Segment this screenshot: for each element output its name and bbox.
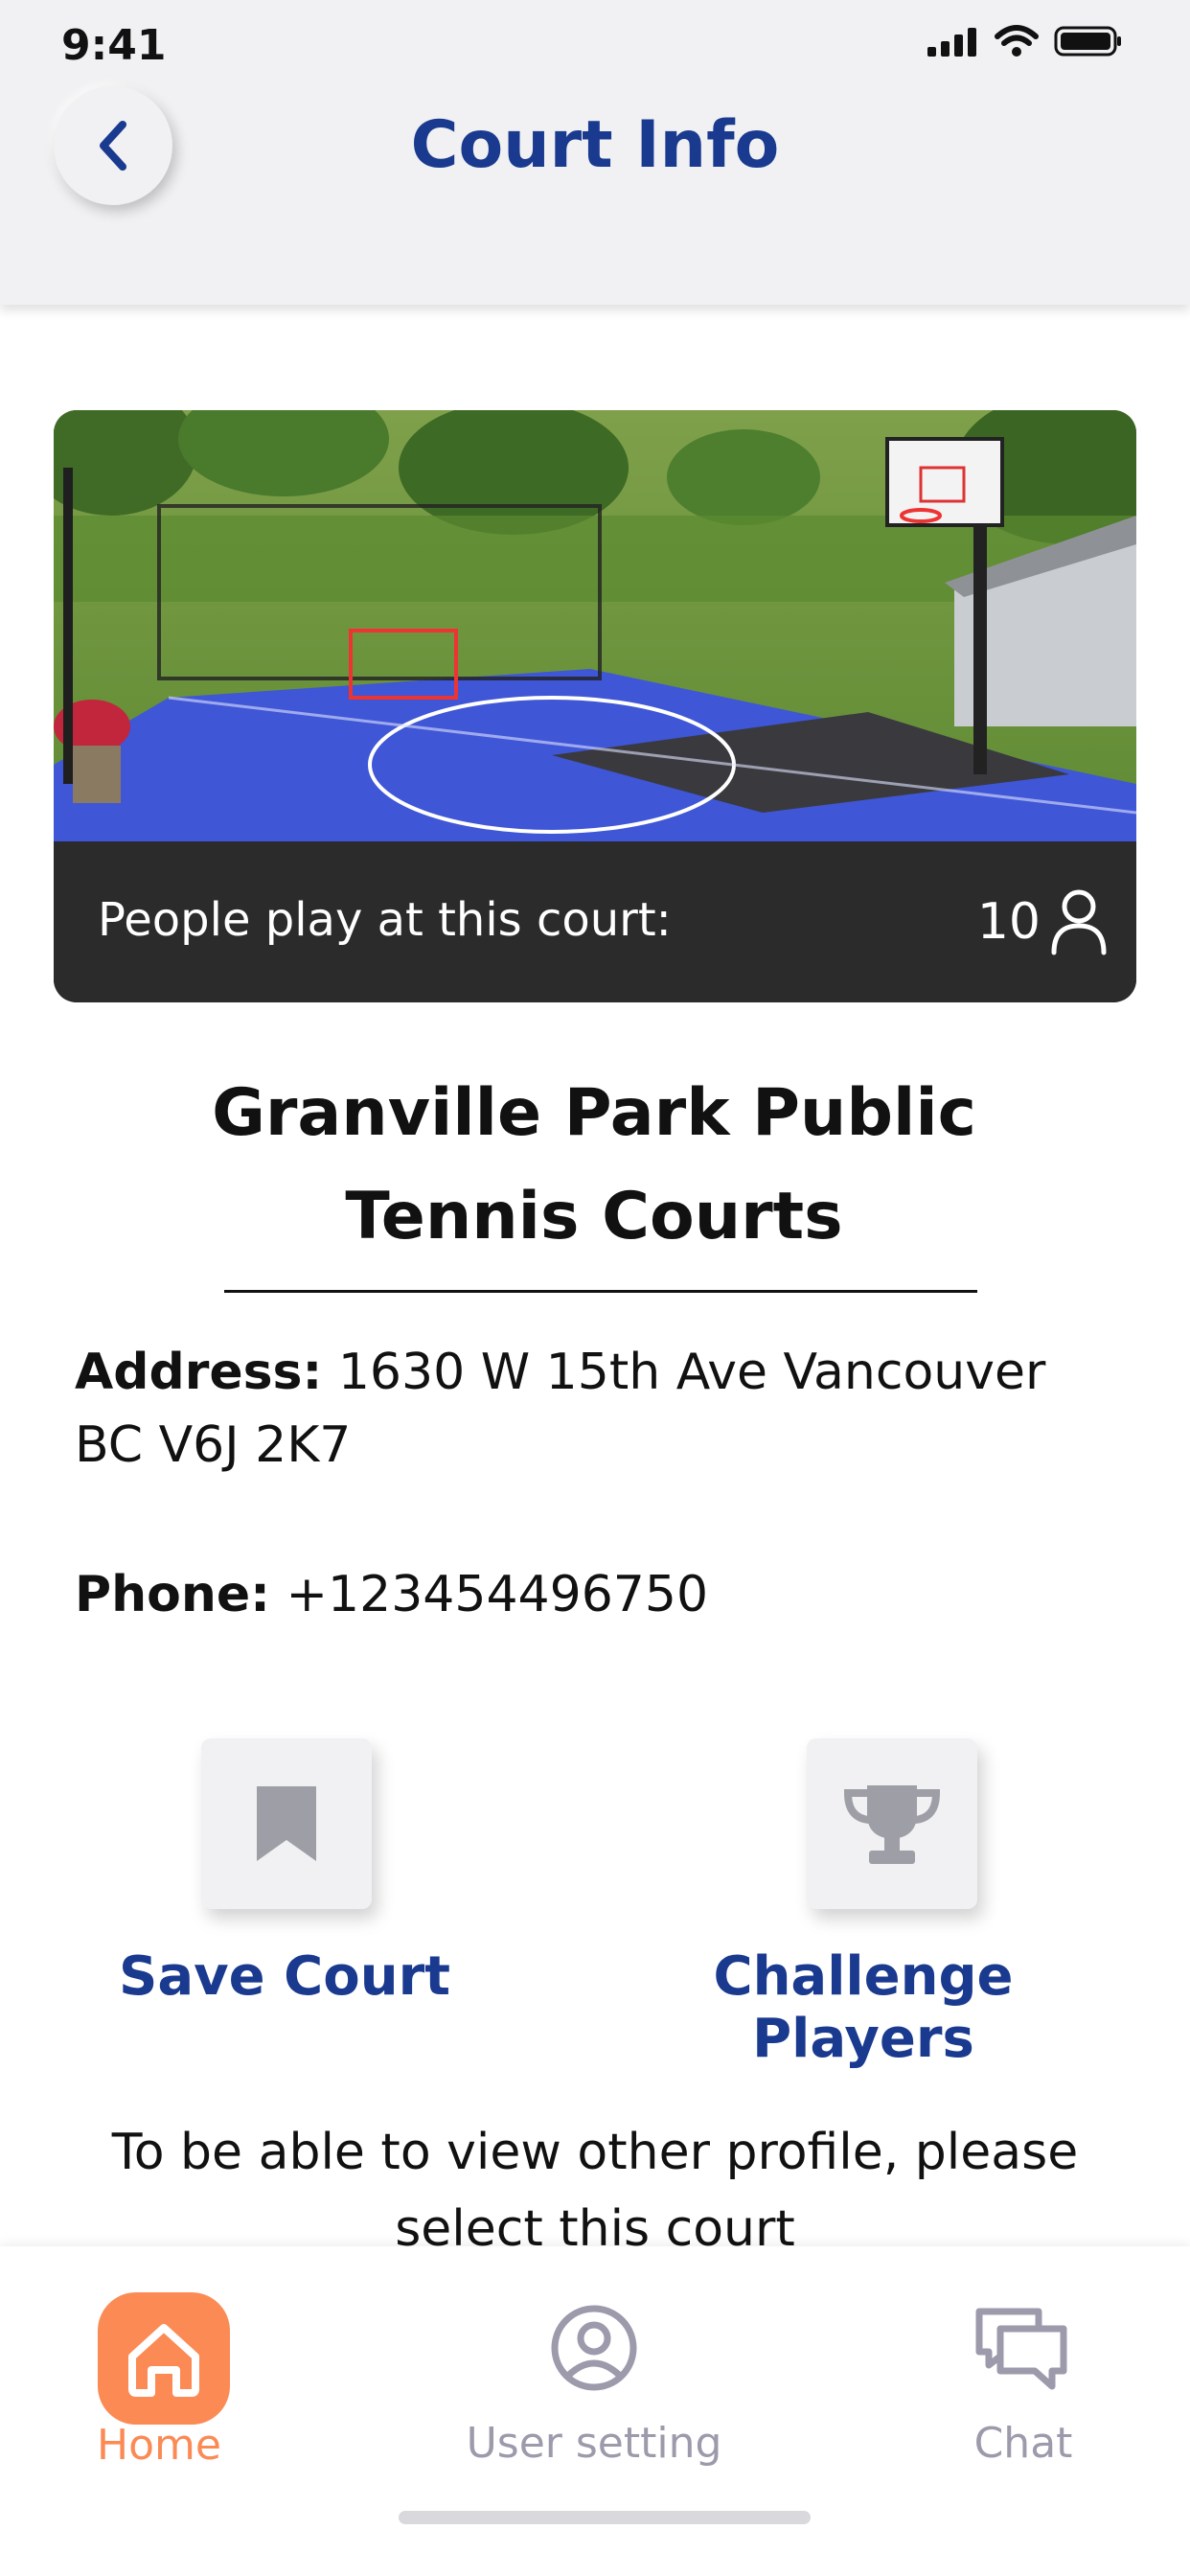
bottom-tab-bar: Home User setting Chat	[0, 2246, 1190, 2576]
home-indicator	[399, 2511, 811, 2524]
chat-bubbles-icon	[975, 2308, 1067, 2390]
court-card-footer: People play at this court: 10	[54, 841, 1136, 1002]
phone-label: Phone:	[75, 1566, 270, 1623]
challenge-players-label[interactable]: Challenge Players	[594, 1945, 1133, 2070]
save-court-label[interactable]: Save Court	[88, 1945, 481, 2008]
tab-home-label: Home	[97, 2421, 221, 2470]
court-name: Granville Park Public Tennis Courts	[163, 1062, 1025, 1269]
signal-icon	[927, 28, 976, 57]
court-card: People play at this court: 10	[54, 410, 1136, 1002]
select-court-hint: To be able to view other profile, please…	[111, 2124, 1079, 2258]
challenge-players-button[interactable]	[807, 1738, 977, 1909]
home-icon	[128, 2324, 199, 2397]
court-name-line2: Tennis Courts	[345, 1179, 843, 1254]
user-circle-icon	[551, 2305, 637, 2391]
tab-user-setting-label: User setting	[466, 2419, 722, 2468]
phone-value: +123454496750	[286, 1566, 709, 1623]
people-count-label: People play at this court:	[98, 893, 672, 947]
wifi-icon	[995, 25, 1039, 57]
save-court-button[interactable]	[201, 1738, 372, 1909]
person-icon	[1051, 889, 1107, 955]
page-title: Court Info	[410, 107, 780, 183]
address-row: Address: 1630 W 15th Ave Vancouver BC V6…	[75, 1336, 1110, 1482]
status-icons	[927, 25, 1123, 58]
people-count-value: 10	[976, 893, 1041, 951]
battery-icon	[1054, 26, 1121, 57]
bookmark-icon	[257, 1786, 316, 1861]
trophy-icon	[843, 1785, 941, 1864]
tab-chat-label: Chat	[973, 2419, 1073, 2468]
court-name-line1: Granville Park Public	[212, 1075, 976, 1151]
status-time: 9:41	[61, 21, 167, 70]
court-photo	[54, 410, 1136, 841]
home-pill	[98, 2292, 230, 2425]
address-label: Address:	[75, 1344, 323, 1401]
title-divider	[224, 1290, 977, 1293]
phone-row: Phone: +123454496750	[75, 1558, 1110, 1631]
